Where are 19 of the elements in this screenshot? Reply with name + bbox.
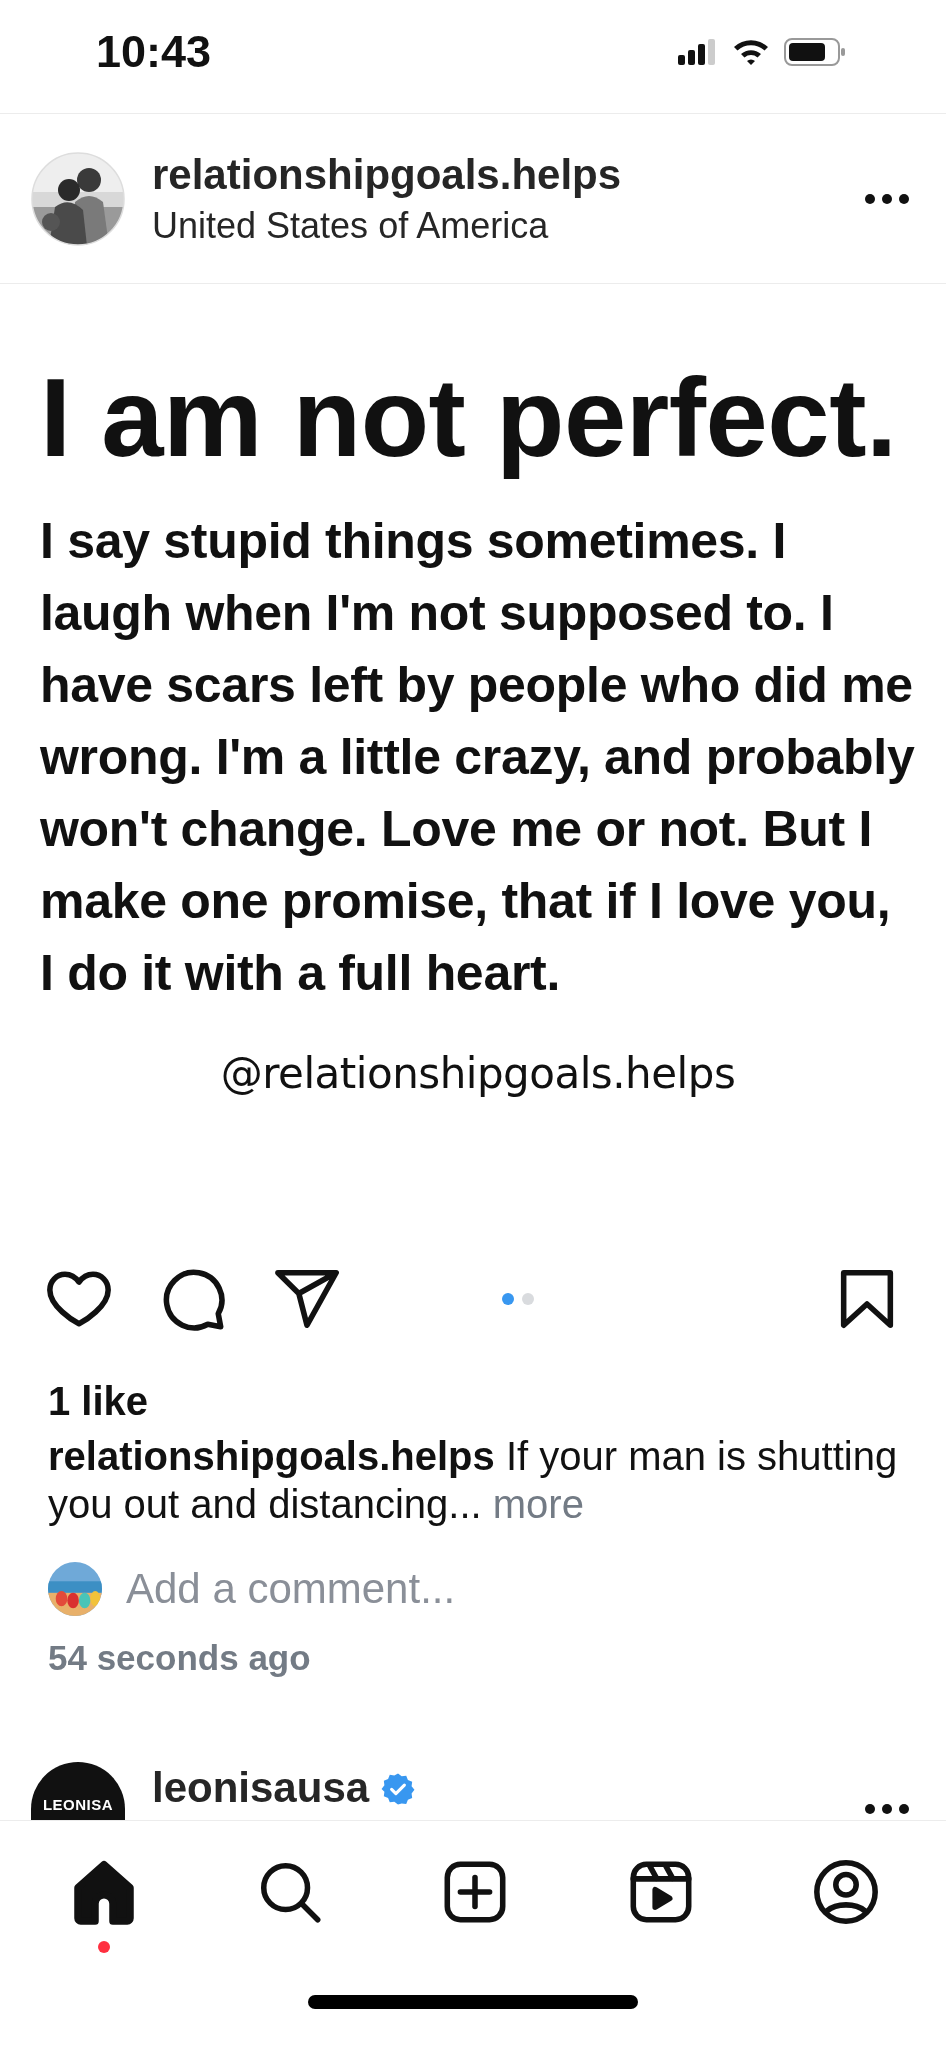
wifi-icon [732, 37, 770, 66]
username[interactable]: leonisausa [152, 1764, 370, 1812]
quote-handle: @relationshipgoals.helps [220, 1049, 736, 1099]
signal-icon [678, 38, 718, 65]
comment-field[interactable]: Add a comment... [126, 1565, 726, 1613]
battery-icon [784, 37, 846, 66]
post-time: 54 seconds ago [48, 1637, 311, 1679]
like-count[interactable]: 1 like [48, 1377, 149, 1425]
quote-headline: I am not perfect. [40, 356, 897, 479]
status-time: 10:43 [96, 25, 212, 78]
username[interactable]: relationshipgoals.helps [152, 150, 864, 199]
profile-icon[interactable] [811, 1857, 881, 1927]
quote-text: I say stupid things sometimes. I laugh when I'm not supposed to. I have scars left by people who did me wrong. I'm a little crazy, and probably won't change. Love me or not. But I make one promise, that if I love you, I do it with a full heart. [40, 512, 916, 1003]
profile-avatar[interactable]: LEONISA [31, 1762, 125, 1820]
more-options-icon[interactable] [864, 1803, 910, 1815]
more-link[interactable]: more [492, 1482, 584, 1526]
post-caption: relationshipgoals.helps If your man is shutting you out and distancing... more [48, 1433, 898, 1528]
more-options-icon[interactable] [864, 192, 910, 205]
location[interactable]: United States of America [152, 204, 864, 247]
